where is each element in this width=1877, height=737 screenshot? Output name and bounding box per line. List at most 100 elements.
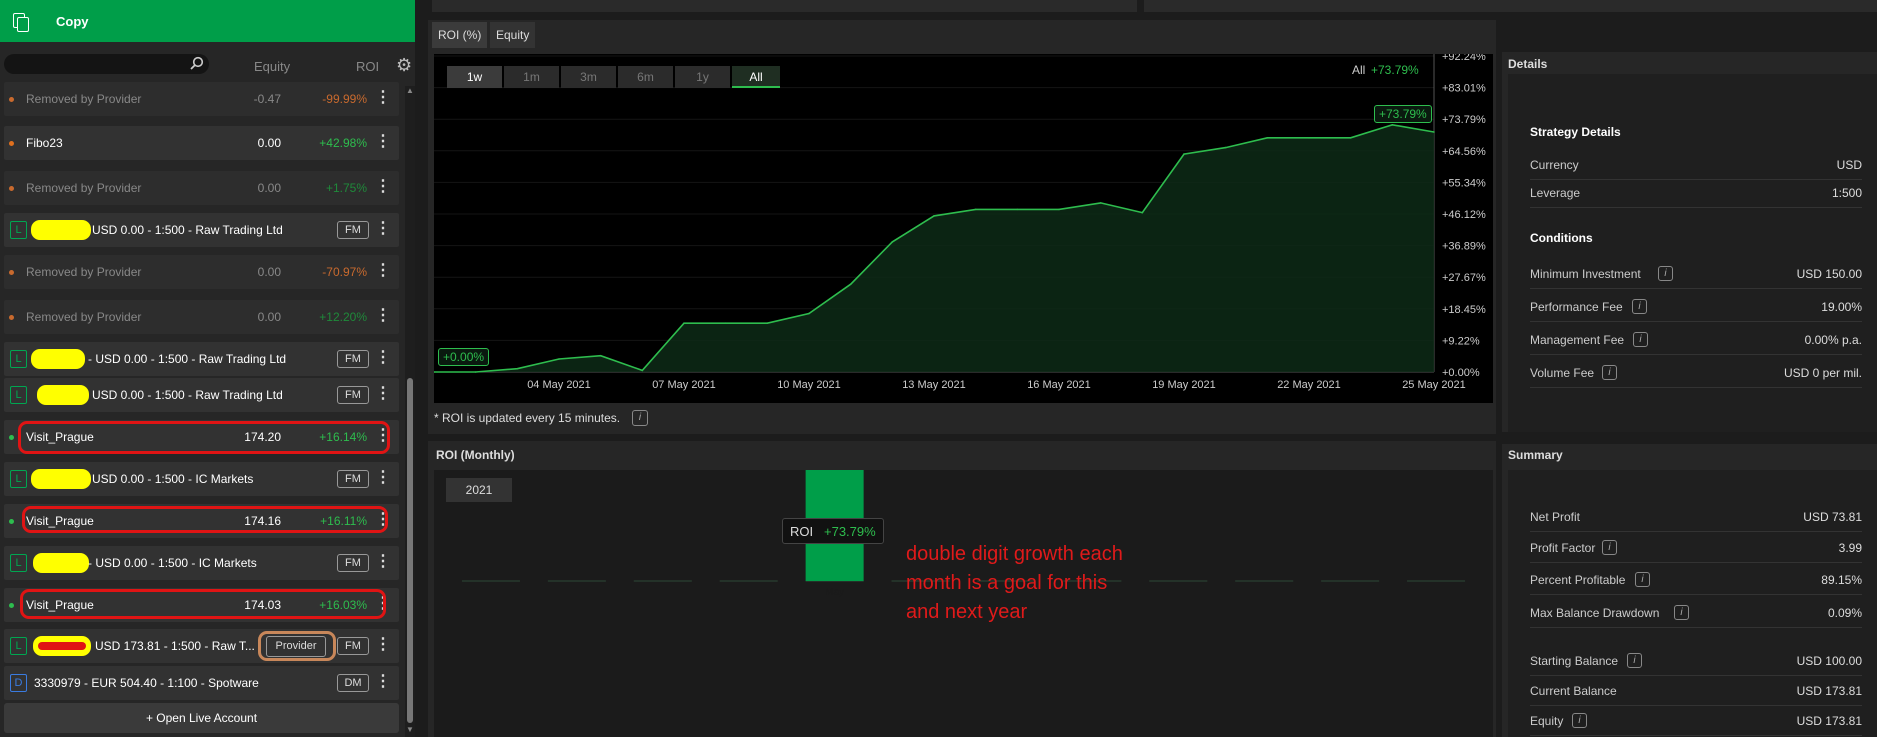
account-row[interactable]: L - USD 0.00 - 1:500 - IC Markets FM ⋮: [4, 546, 399, 580]
tab-roi[interactable]: ROI (%): [432, 22, 488, 48]
scroll-up-icon[interactable]: ▲: [405, 86, 415, 96]
strategy-row[interactable]: Fibo23 0.00 +42.98% ⋮: [4, 126, 399, 160]
min-investment-value: USD 150.00: [1796, 267, 1862, 281]
x-tick-label: 07 May 2021: [652, 379, 716, 391]
more-menu-icon[interactable]: ⋮: [375, 350, 391, 366]
starting-balance-row: Starting Balance i USD 100.00: [1530, 648, 1862, 676]
performance-fee-label: Performance Fee: [1530, 300, 1623, 314]
leverage-row: Leverage 1:500: [1530, 180, 1862, 208]
info-icon[interactable]: i: [1635, 572, 1650, 587]
scroll-thumb[interactable]: [407, 378, 413, 723]
info-icon[interactable]: i: [1602, 540, 1617, 555]
range-3m[interactable]: 3m: [561, 66, 616, 88]
range-1y[interactable]: 1y: [675, 66, 730, 88]
account-text: - USD 0.00 - 1:500 - Raw Trading Ltd: [88, 352, 287, 366]
info-icon[interactable]: i: [1658, 266, 1673, 281]
info-icon[interactable]: i: [632, 410, 648, 426]
more-menu-icon[interactable]: ⋮: [375, 134, 391, 150]
copy-header: Copy: [0, 0, 415, 42]
starting-balance-label: Starting Balance: [1530, 654, 1619, 668]
y-tick-label: +9.22%: [1442, 335, 1480, 347]
more-menu-icon[interactable]: ⋮: [375, 554, 391, 570]
roi-data-point: [474, 371, 477, 373]
account-row[interactable]: D 3330979 - EUR 504.40 - 1:100 - Spotwar…: [4, 666, 399, 700]
roi-column-header[interactable]: ROI: [356, 59, 379, 74]
account-row[interactable]: L USD 0.00 - 1:500 - Raw Trading Ltd FM …: [4, 378, 399, 412]
more-menu-icon[interactable]: ⋮: [375, 386, 391, 402]
equity-label: Equity: [1530, 714, 1564, 728]
fm-tag[interactable]: FM: [337, 637, 369, 655]
live-account-badge: L: [10, 386, 27, 404]
y-tick-label: +0.00%: [1442, 367, 1480, 379]
info-icon[interactable]: i: [1632, 299, 1647, 314]
more-menu-icon[interactable]: ⋮: [375, 221, 391, 237]
account-text: USD 173.81 - 1:500 - Raw T...: [95, 639, 255, 653]
annotation-circle: [18, 421, 390, 454]
account-row[interactable]: L USD 0.00 - 1:500 - IC Markets FM ⋮: [4, 462, 399, 496]
roi-data-point: [1433, 131, 1435, 133]
more-menu-icon[interactable]: ⋮: [375, 674, 391, 690]
search-icon[interactable]: [190, 56, 204, 70]
strategy-row[interactable]: Removed by Provider 0.00 -70.97% ⋮: [4, 255, 399, 289]
range-1w[interactable]: 1w: [447, 66, 502, 88]
net-profit-label: Net Profit: [1530, 510, 1581, 524]
roi-data-point: [1308, 137, 1310, 139]
roi-data-point: [808, 312, 810, 315]
roi-data-point: [849, 283, 852, 285]
end-value-label: +73.79%: [1374, 105, 1432, 123]
strategy-row[interactable]: Removed by Provider 0.00 +12.20% ⋮: [4, 300, 399, 334]
status-dot: [9, 186, 14, 191]
scroll-down-icon[interactable]: ▼: [405, 725, 415, 735]
dm-tag[interactable]: DM: [337, 674, 369, 692]
redaction-highlight: [37, 385, 89, 405]
y-tick-label: +64.56%: [1442, 146, 1486, 158]
info-icon[interactable]: i: [1633, 332, 1648, 347]
redaction-highlight: [31, 469, 91, 489]
more-menu-icon[interactable]: ⋮: [375, 470, 391, 486]
strategy-row[interactable]: Removed by Provider 0.00 +1.75% ⋮: [4, 171, 399, 205]
fm-tag[interactable]: FM: [337, 221, 369, 239]
y-tick-label: +73.79%: [1442, 114, 1486, 126]
more-menu-icon[interactable]: ⋮: [375, 263, 391, 279]
range-1m[interactable]: 1m: [504, 66, 559, 88]
tab-equity[interactable]: Equity: [490, 22, 536, 48]
info-icon[interactable]: i: [1627, 653, 1642, 668]
account-row[interactable]: L USD 173.81 - 1:500 - Raw T... Provider…: [4, 629, 399, 663]
search-input[interactable]: [4, 54, 209, 74]
roi-data-point: [1099, 202, 1102, 204]
fm-tag[interactable]: FM: [337, 470, 369, 488]
info-icon[interactable]: i: [1572, 713, 1587, 728]
fm-tag[interactable]: FM: [337, 554, 369, 572]
year-tab-2021[interactable]: 2021: [446, 478, 512, 502]
equity-column-header[interactable]: Equity: [254, 59, 290, 74]
fm-tag[interactable]: FM: [337, 350, 369, 368]
profit-factor-value: 3.99: [1838, 541, 1862, 555]
roi-data-point: [1391, 124, 1394, 126]
range-6m[interactable]: 6m: [618, 66, 673, 88]
status-dot: [9, 519, 14, 524]
y-tick-label: +18.45%: [1442, 304, 1486, 316]
roi-data-point: [724, 322, 727, 325]
strategy-details-heading: Strategy Details: [1530, 125, 1621, 139]
account-row[interactable]: L - USD 0.00 - 1:500 - Raw Trading Ltd F…: [4, 342, 399, 376]
more-menu-icon[interactable]: ⋮: [375, 90, 391, 106]
open-live-account-button[interactable]: + Open Live Account: [4, 703, 399, 733]
more-menu-icon[interactable]: ⋮: [375, 637, 391, 653]
info-icon[interactable]: i: [1674, 605, 1689, 620]
max-drawdown-label: Max Balance Drawdown: [1530, 606, 1660, 620]
status-dot: [9, 603, 14, 608]
range-all[interactable]: All: [732, 66, 780, 88]
live-account-badge: L: [10, 554, 27, 572]
fm-tag[interactable]: FM: [337, 386, 369, 404]
info-icon[interactable]: i: [1602, 365, 1617, 380]
roi-data-point: [516, 367, 519, 370]
more-menu-icon[interactable]: ⋮: [375, 179, 391, 195]
currency-row: Currency USD: [1530, 152, 1862, 180]
tooltip-label: ROI: [790, 524, 814, 539]
profit-factor-label: Profit Factor: [1530, 541, 1596, 555]
strategy-row[interactable]: Removed by Provider -0.47 -99.99% ⋮: [4, 82, 399, 116]
more-menu-icon[interactable]: ⋮: [375, 308, 391, 324]
roi-data-point: [1224, 146, 1227, 149]
account-row[interactable]: L USD 0.00 - 1:500 - Raw Trading Ltd FM …: [4, 213, 399, 247]
gear-icon[interactable]: ⚙: [396, 56, 412, 74]
